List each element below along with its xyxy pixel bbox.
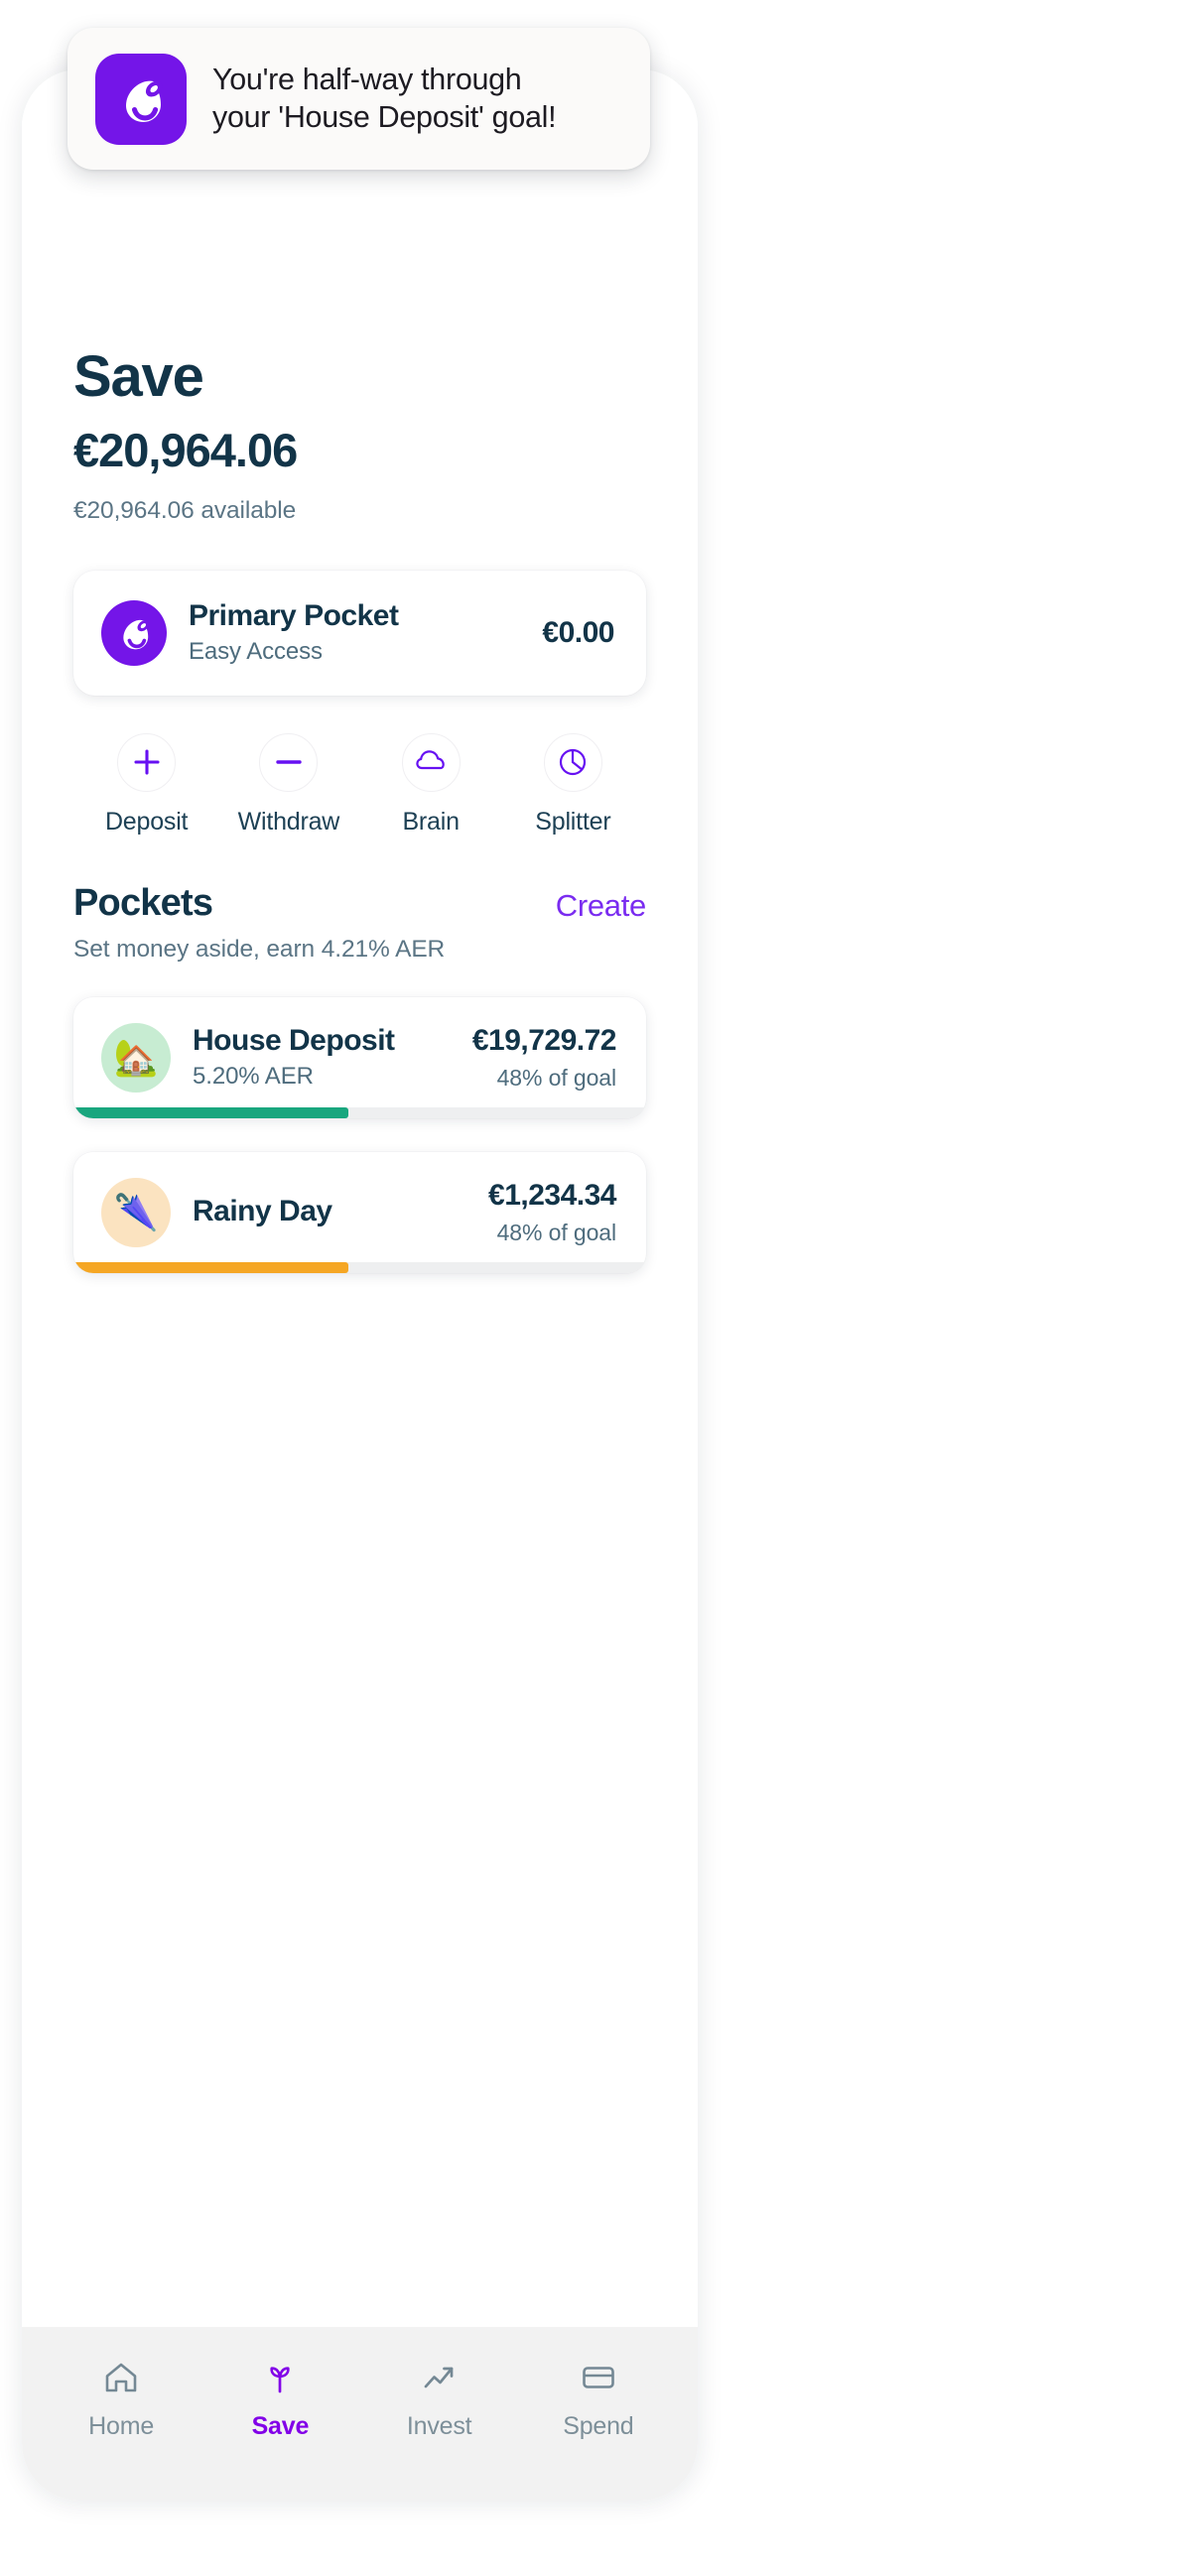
pocket-card-house-deposit[interactable]: 🏡 House Deposit 5.20% AER €19,729.72 48%…: [73, 996, 646, 1118]
pocket-name: House Deposit: [193, 1023, 395, 1057]
total-balance: €20,964.06: [73, 424, 298, 477]
brain-button[interactable]: Brain: [360, 732, 502, 837]
closed-umbrella-emoji: 🌂: [101, 1177, 171, 1247]
pocket-amount: €19,729.72: [471, 1023, 617, 1057]
gopay-logo-icon: [95, 53, 187, 145]
pocket-card-text: Rainy Day: [193, 1195, 466, 1229]
primary-pocket-card[interactable]: Primary Pocket Easy Access €0.00: [73, 570, 646, 696]
notification-message: You're half-way through your 'House Depo…: [212, 62, 557, 137]
nav-label-spend: Spend: [563, 2412, 634, 2440]
nav-item-home[interactable]: Home: [42, 2357, 200, 2441]
pockets-subtitle: Set money aside, earn 4.21% AER: [73, 935, 446, 963]
nav-item-spend[interactable]: Spend: [519, 2357, 678, 2441]
nav-label-save: Save: [251, 2412, 310, 2440]
primary-pocket-text: Primary Pocket Easy Access: [189, 599, 520, 667]
available-balance: €20,964.06 available: [73, 496, 297, 524]
notification-line-2: your 'House Deposit' goal!: [212, 99, 557, 134]
brain-button-circle: [401, 732, 461, 792]
card-icon: [579, 2357, 618, 2398]
nav-item-invest[interactable]: Invest: [360, 2357, 519, 2441]
pocket-name: Rainy Day: [193, 1195, 332, 1228]
scroll-content[interactable]: Save €20,964.06 €20,964.06 available Pri…: [22, 69, 698, 2327]
sprout-icon: [260, 2357, 300, 2398]
withdraw-button-circle: [259, 732, 319, 792]
notification-banner[interactable]: You're half-way through your 'House Depo…: [67, 28, 650, 170]
pockets-header: Pockets Create: [73, 881, 647, 924]
home-icon: [101, 2357, 141, 2398]
pocket-aer: 5.20% AER: [193, 1063, 314, 1091]
pocket-card-body: 🏡 House Deposit 5.20% AER €19,729.72 48%…: [73, 997, 646, 1118]
pocket-progress-fill: [73, 1261, 348, 1273]
create-pocket-button[interactable]: Create: [556, 888, 647, 924]
deposit-button[interactable]: Deposit: [75, 732, 217, 837]
splitter-button-circle: [543, 732, 602, 792]
primary-pocket-amount: €0.00: [542, 615, 614, 649]
nav-label-invest: Invest: [406, 2412, 472, 2440]
splitter-button[interactable]: Splitter: [502, 732, 644, 837]
pocket-amount: €1,234.34: [488, 1178, 616, 1212]
notification-line-1: You're half-way through: [212, 62, 522, 96]
pocket-goal-progress-label: 48% of goal: [496, 1064, 616, 1091]
nav-item-save[interactable]: Save: [200, 2357, 359, 2441]
chart-arrow-icon: [420, 2357, 460, 2398]
deposit-button-circle: [117, 732, 177, 792]
plus-icon: [134, 749, 160, 775]
bottom-spacer: [73, 1273, 646, 1511]
withdraw-button[interactable]: Withdraw: [217, 732, 359, 837]
pocket-card-rainy-day[interactable]: 🌂 Rainy Day €1,234.34 48% of goal: [73, 1151, 646, 1273]
pocket-progress-track: [73, 1261, 646, 1273]
brain-cloud-icon: [416, 750, 445, 770]
pocket-card-values: €19,729.72 48% of goal: [471, 1023, 617, 1092]
pocket-card-body: 🌂 Rainy Day €1,234.34 48% of goal: [73, 1152, 646, 1273]
withdraw-label: Withdraw: [237, 807, 340, 836]
pie-chart-icon: [560, 748, 587, 776]
app-screen: Save €20,964.06 €20,964.06 available Pri…: [22, 69, 698, 2501]
deposit-label: Deposit: [104, 807, 189, 836]
nav-label-home: Home: [88, 2412, 155, 2440]
bottom-navigation: Home Save Invest Spend: [22, 2327, 698, 2501]
splitter-label: Splitter: [535, 807, 611, 836]
gopay-logo-icon: [101, 599, 167, 666]
pocket-progress-track: [73, 1106, 646, 1118]
house-with-garden-emoji: 🏡: [101, 1022, 171, 1093]
pockets-title: Pockets: [73, 881, 213, 924]
brain-label: Brain: [402, 807, 460, 836]
pocket-card-text: House Deposit 5.20% AER: [193, 1024, 451, 1092]
phone-frame: Save €20,964.06 €20,964.06 available Pri…: [22, 69, 698, 2501]
page-title: Save: [73, 344, 204, 409]
minus-icon: [276, 760, 302, 764]
pocket-goal-progress-label: 48% of goal: [496, 1219, 616, 1245]
pocket-card-values: €1,234.34 48% of goal: [488, 1179, 616, 1246]
primary-pocket-subtitle: Easy Access: [189, 638, 323, 666]
pocket-progress-fill: [73, 1106, 348, 1118]
app-screenshot: You're half-way through your 'House Depo…: [0, 0, 1191, 2576]
quick-actions-row: Deposit Withdraw Brain Splitter: [73, 732, 646, 837]
primary-pocket-name: Primary Pocket: [189, 598, 399, 632]
